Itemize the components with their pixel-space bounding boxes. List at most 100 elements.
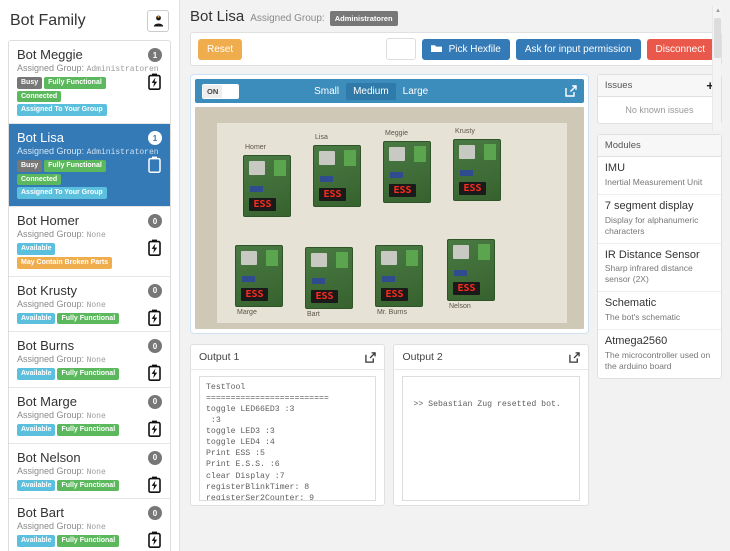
bot-count-badge: 0 — [148, 451, 162, 465]
assigned-group-label: Assigned Group: — [17, 410, 84, 420]
seven-segment-display: ESS — [311, 290, 338, 303]
battery-charging-icon — [148, 531, 161, 548]
output-1-title: Output 1 — [199, 351, 239, 363]
bot-name: Bot Burns — [17, 338, 162, 353]
sidebar-header: Bot Family — [8, 8, 171, 40]
video-toolbar: ON SmallMediumLarge — [195, 79, 584, 103]
assigned-group-label: Assigned Group: — [250, 13, 325, 24]
output-panel-1: Output 1 TestTool ===================== — [190, 344, 385, 506]
reset-button[interactable]: Reset — [198, 39, 242, 60]
output-panel-2: Output 2 >> Sebastian Zug resetted bot. — [393, 344, 588, 506]
video-popout-icon[interactable] — [565, 85, 577, 97]
bot-name: Bot Meggie — [17, 47, 162, 62]
bot-card-bot-nelson[interactable]: Bot NelsonAssigned Group: None AvailableF… — [9, 444, 170, 500]
module-name: IR Distance Sensor — [605, 249, 714, 263]
output-2-scroll-thumb[interactable] — [714, 18, 721, 58]
assigned-group-label: Assigned Group: — [17, 229, 84, 239]
hexfile-input[interactable] — [386, 38, 416, 60]
module-description: Display for alphanumeric characters — [605, 215, 714, 237]
assigned-group-value: None — [87, 231, 106, 240]
output-1-text[interactable]: TestTool ========================= toggl… — [199, 376, 376, 501]
status-badge: Available — [17, 535, 55, 547]
assigned-group-value: None — [87, 468, 106, 477]
page-title: Bot Lisa — [190, 8, 244, 25]
content-columns: ON SmallMediumLarge — [190, 74, 722, 506]
disconnect-button[interactable]: Disconnect — [647, 39, 714, 60]
assigned-group-label: Assigned Group: — [17, 63, 84, 73]
bot-name: Bot Nelson — [17, 450, 162, 465]
module-item[interactable]: 7 segment displayDisplay for alphanumeri… — [598, 195, 721, 244]
bot-card-bot-homer[interactable]: Bot HomerAssigned Group: NoneAvailableMa… — [9, 207, 170, 276]
imu-chip-icon — [312, 278, 325, 284]
sidebar-title: Bot Family — [10, 12, 86, 30]
video-size-small[interactable]: Small — [307, 83, 346, 100]
bot-count-badge: 1 — [148, 48, 162, 62]
bot-board-nelson: ESS — [447, 239, 495, 301]
connector-icon — [266, 250, 278, 266]
issues-card: Issues + No known issues — [597, 74, 722, 124]
pick-hexfile-button[interactable]: Pick Hexfile — [422, 39, 510, 60]
bot-board-bart: ESS — [305, 247, 353, 309]
ask-input-permission-button[interactable]: Ask for input permission — [516, 39, 641, 60]
status-badge: Available — [17, 368, 55, 380]
video-size-medium[interactable]: Medium — [346, 83, 396, 100]
bot-card-bot-bart[interactable]: Bot BartAssigned Group: NoneAvailableFul… — [9, 499, 170, 551]
imu-chip-icon — [454, 270, 467, 276]
assigned-group-value: None — [87, 356, 106, 365]
bot-card-bot-lisa[interactable]: Bot LisaAssigned Group: AdministratorenB… — [9, 124, 170, 207]
connector-icon — [274, 160, 286, 176]
user-button[interactable] — [147, 10, 169, 32]
module-name: Schematic — [605, 297, 714, 311]
bot-camera-image: ESSHomerESSLisaESSMeggieESSKrustyESSMarg… — [195, 107, 584, 329]
output-2-text[interactable]: >> Sebastian Zug resetted bot. — [402, 376, 579, 501]
imu-chip-icon — [382, 276, 395, 282]
scroll-up-arrow-icon[interactable]: ▲ — [715, 8, 721, 14]
stream-toggle[interactable]: ON — [202, 84, 239, 99]
bot-assigned-group: Assigned Group: None — [17, 299, 162, 310]
bot-name: Bot Marge — [17, 394, 162, 409]
issues-header: Issues + — [598, 75, 721, 97]
bot-assigned-group: Assigned Group: None — [17, 466, 162, 477]
status-badge: Busy — [17, 160, 42, 172]
seven-segment-display: ESS — [381, 288, 408, 301]
module-chip-icon — [311, 253, 327, 267]
connector-icon — [478, 244, 490, 260]
bot-count-badge: 0 — [148, 284, 162, 298]
module-item[interactable]: IMUInertial Measurement Unit — [598, 157, 721, 195]
connector-icon — [406, 250, 418, 266]
status-badge: Available — [17, 243, 55, 255]
modules-list: IMUInertial Measurement Unit7 segment di… — [598, 157, 721, 378]
assigned-group-label: Assigned Group: — [17, 354, 84, 364]
bot-card-bot-burns[interactable]: Bot BurnsAssigned Group: NoneAvailableFu… — [9, 332, 170, 388]
imu-chip-icon — [390, 172, 403, 178]
assigned-group-value: None — [87, 523, 106, 532]
status-badge: Fully Functional — [57, 424, 119, 436]
assigned-group-label: Assigned Group: — [17, 146, 84, 156]
bot-card-bot-krusty[interactable]: Bot KrustyAssigned Group: NoneAvailableF… — [9, 277, 170, 333]
module-item[interactable]: SchematicThe bot's schematic — [598, 292, 721, 330]
bot-board-marge: ESS — [235, 245, 283, 307]
battery-empty-icon — [148, 156, 161, 173]
output-1-popout-icon[interactable] — [365, 352, 376, 363]
size-button-group: SmallMediumLarge — [307, 83, 435, 100]
board-label: Meggie — [385, 130, 408, 137]
bot-badges: AvailableFully Functional — [17, 480, 142, 492]
imu-chip-icon — [250, 186, 263, 192]
bot-name: Bot Homer — [17, 213, 162, 228]
output-2-popout-icon[interactable] — [569, 352, 580, 363]
pick-hexfile-label: Pick Hexfile — [449, 44, 501, 55]
module-item[interactable]: IR Distance SensorSharp infrared distanc… — [598, 244, 721, 293]
action-toolbar: Reset Pick Hexfile Ask for input permiss… — [190, 32, 722, 66]
module-item[interactable]: Atmega2560The microcontroller used on th… — [598, 330, 721, 378]
bot-count-badge: 0 — [148, 395, 162, 409]
bot-card-bot-marge[interactable]: Bot MargeAssigned Group: NoneAvailableFu… — [9, 388, 170, 444]
bot-badges: AvailableFully Functional — [17, 424, 142, 436]
issues-empty-text: No known issues — [598, 97, 721, 123]
output-panels: Output 1 TestTool ===================== — [190, 344, 589, 506]
bot-card-bot-meggie[interactable]: Bot MeggieAssigned Group: Administratore… — [9, 41, 170, 124]
user-icon — [153, 15, 164, 27]
module-chip-icon — [381, 251, 397, 265]
video-size-large[interactable]: Large — [396, 83, 436, 100]
issues-title: Issues — [605, 80, 632, 91]
output-2-scrollbar[interactable]: ▲ — [712, 6, 721, 131]
